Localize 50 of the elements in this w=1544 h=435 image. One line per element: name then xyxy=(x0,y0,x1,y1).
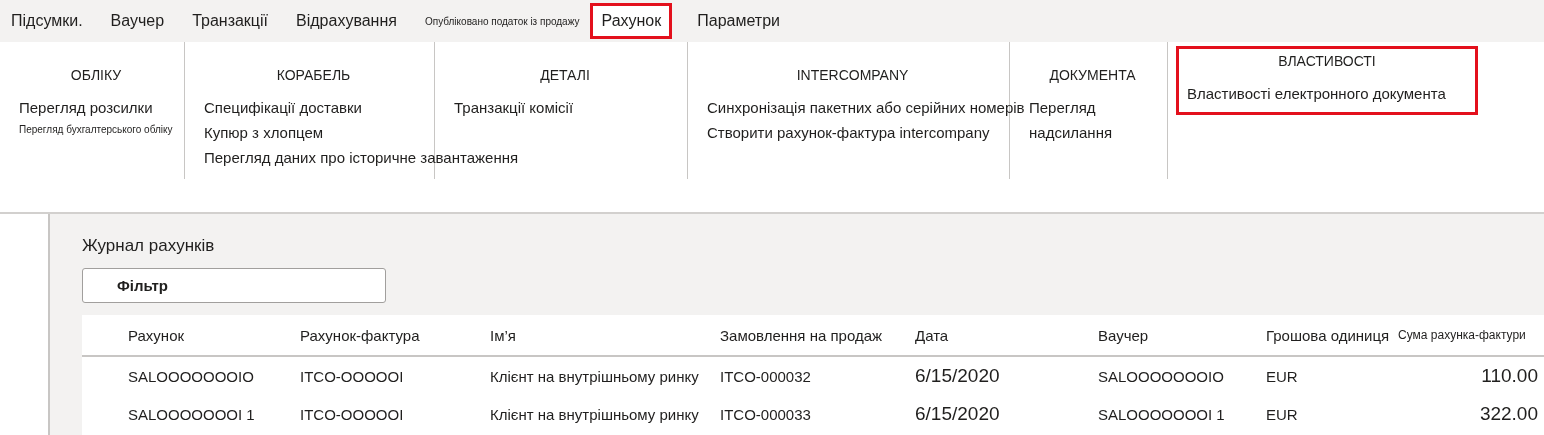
ribbon-command[interactable]: Перегляд xyxy=(1029,99,1096,116)
ribbon-command[interactable]: Специфікації доставки xyxy=(204,99,362,116)
column-header[interactable]: Сума рахунка-фактури xyxy=(1398,328,1544,342)
group-title: ВЛАСТИВОСТІ xyxy=(1277,53,1377,69)
table-cell-text: Клієнт на внутрішньому ринку xyxy=(490,405,700,423)
group-title: ДЕТАЛІ xyxy=(539,67,591,83)
ribbon-command[interactable]: Властивості електронного документа xyxy=(1187,85,1446,102)
table-cell-text: ITCO-000032 xyxy=(720,367,812,385)
column-header[interactable]: Рахунок-фактура xyxy=(300,326,490,344)
ribbon-tab[interactable]: Опубліковано податок із продажу xyxy=(421,6,583,36)
table-cell-text: SALOOOOOOOIO xyxy=(1098,367,1225,385)
column-header[interactable]: Грошова одиниця xyxy=(1266,326,1398,344)
ribbon-command[interactable]: Перегляд бухгалтерського обліку xyxy=(19,124,173,135)
column-header[interactable]: Ім’я xyxy=(490,326,720,344)
table-cell-text: EUR xyxy=(1266,367,1299,385)
ribbon-command[interactable]: Синхронізація пакетних або серійних номерів xyxy=(707,99,1025,116)
table-cell-text: EUR xyxy=(1266,405,1299,423)
column-header[interactable]: Ваучер xyxy=(1098,326,1266,344)
group-title: ДОКУМЕНТА xyxy=(1048,67,1137,83)
ribbon-tab[interactable]: Підсумки. xyxy=(8,3,86,39)
group-title: INTERCOMPANY xyxy=(795,67,910,83)
ribbon-command[interactable]: Купюр з хлопцем xyxy=(204,124,324,141)
column-header[interactable]: Дата xyxy=(915,326,1098,344)
table-cell-text: SALOOOOOOOI 1 xyxy=(1098,405,1226,423)
column-header[interactable]: Рахунок xyxy=(128,326,300,344)
ribbon-tab[interactable]: Відрахування xyxy=(293,3,400,39)
table-cell-text: 6/15/2020 xyxy=(915,403,1001,425)
table-cell-text: 110.00 xyxy=(1480,365,1539,387)
ribbon-command[interactable]: Перегляд даних про історичне завантаження xyxy=(204,149,519,166)
column-header[interactable]: Замовлення на продаж xyxy=(720,326,915,344)
table-cell-text: ITCO-OOOOOI xyxy=(300,405,405,423)
ribbon-tab[interactable]: Ваучер xyxy=(107,3,168,39)
ribbon-command[interactable]: Створити рахунок-фактура intercompany xyxy=(707,124,990,141)
table-cell-text: ITCO-000033 xyxy=(720,405,812,423)
table-cell-text: 6/15/2020 xyxy=(915,365,1001,387)
table-cell-text: 322.00 xyxy=(1478,403,1539,425)
table-cell-text: SALOOOOOOOI 1 xyxy=(128,405,256,423)
group-title: ОБЛІКУ xyxy=(69,67,123,83)
table-cell-text: Клієнт на внутрішньому ринку xyxy=(490,367,700,385)
ribbon-command[interactable]: надсилання xyxy=(1029,124,1113,141)
ribbon-tab[interactable]: Рахунок xyxy=(590,3,673,39)
ribbon-tab[interactable]: Транзакції xyxy=(189,3,272,39)
page-title: Журнал рахунків xyxy=(82,236,216,256)
group-title: КОРАБЕЛЬ xyxy=(275,67,352,83)
ribbon-tab[interactable]: Параметри xyxy=(694,3,783,39)
table-cell-text: ITCO-OOOOOI xyxy=(300,367,405,385)
table-cell-text: SALOOOOOOOIO xyxy=(128,367,255,385)
filter-field[interactable]: Фільтр xyxy=(82,268,386,303)
ribbon-command[interactable]: Перегляд розсилки xyxy=(19,99,153,116)
ribbon-command[interactable]: Транзакції комісії xyxy=(454,99,574,116)
